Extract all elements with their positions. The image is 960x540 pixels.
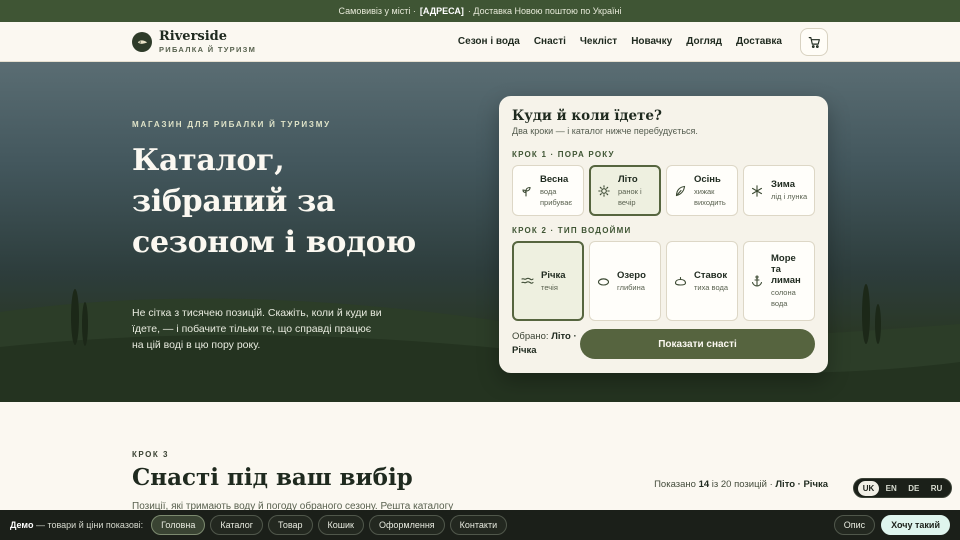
hero-section: МАГАЗИН ДЛЯ РИБАЛКИ Й ТУРИЗМУ Каталог, з… [0,62,960,402]
water-name: Море та лиман [771,253,801,286]
demo-notice-text: — товари й ціни показові: [35,520,144,530]
selector-title: Куди й коли їдете? [512,108,662,124]
water-desc: течія [541,282,558,292]
step1-label: КРОК 1 · ПОРА РОКУ [512,150,615,159]
hero-eyebrow: МАГАЗИН ДЛЯ РИБАЛКИ Й ТУРИЗМУ [132,120,331,129]
nav-checklist[interactable]: Чекліст [580,36,617,47]
topbar-pickup-text: Самовивіз у місті · [338,6,416,16]
season-option-spring[interactable]: Весна вода прибуває [512,165,584,216]
nav-delivery[interactable]: Доставка [736,36,782,47]
cart-icon [808,36,820,48]
water-option-sea[interactable]: Море та лиман солона вода [743,241,815,321]
sun-icon [597,184,611,198]
snowflake-icon [750,184,764,198]
demo-pill-checkout[interactable]: Оформлення [368,515,445,535]
water-name: Річка [541,269,566,281]
season-option-summer[interactable]: Літо ранок і вечір [589,165,661,216]
lang-uk[interactable]: UK [857,480,880,496]
demo-description-button[interactable]: Опис [833,515,876,535]
selector-footer: Обрано: Літо · Річка Показати снасті [512,329,815,359]
section-title: Снасті під ваш вибір [132,464,413,491]
nav-beginners[interactable]: Новачку [631,36,672,47]
top-announcement-bar: Самовивіз у місті · [АДРЕСА] · Доставка … [0,0,960,22]
water-name: Озеро [617,269,646,281]
season-name: Весна [540,173,569,185]
sprout-icon [519,184,533,198]
trip-selector-card: Куди й коли їдете? Два кроки — і каталог… [499,96,828,373]
count-shown: 14 [698,479,710,490]
brand-name: Riverside [159,28,228,44]
show-tackle-button[interactable]: Показати снасті [580,329,815,359]
water-options: Річка течія Озеро глибина Ставок тиха во… [512,241,815,321]
water-desc: солона вода [771,288,796,308]
water-option-pond[interactable]: Ставок тиха вода [666,241,738,321]
pond-icon [673,274,687,288]
season-option-winter[interactable]: Зима лід і лунка [743,165,815,216]
logo-mark-icon [132,31,152,52]
lake-icon [596,274,610,288]
count-filter: Літо · Річка [775,479,828,490]
anchor-icon [750,274,764,288]
season-desc: лід і лунка [771,192,808,201]
hero-lead: Не сітка з тисячею позицій. Скажіть, кол… [132,307,382,351]
nav-tackle[interactable]: Снасті [534,36,566,47]
water-option-lake[interactable]: Озеро глибина [589,241,661,321]
step3-label: КРОК 3 [132,450,169,459]
nav-season-water[interactable]: Сезон і вода [458,36,520,47]
hero-title: Каталог, зібраний за сезоном і водою [132,143,416,260]
demo-pill-contacts[interactable]: Контакти [449,515,508,535]
brand-tagline: РИБАЛКА Й ТУРИЗМ [159,44,257,54]
logo[interactable]: Riverside РИБАЛКА Й ТУРИЗМ [132,30,256,54]
demo-notice: Демо — товари й ціни показові: [10,520,143,530]
selector-subtitle: Два кроки — і каталог нижче перебудуєтьс… [512,126,698,136]
season-name: Зима [771,179,795,190]
water-name: Ставок [694,269,728,281]
lang-de[interactable]: DE [903,481,924,496]
demo-pill-catalog[interactable]: Каталог [210,515,264,535]
demo-pill-home[interactable]: Головна [151,515,206,535]
demo-bar: Демо — товари й ціни показові: Головна К… [0,510,960,540]
chosen-label: Обрано: [512,331,549,342]
topbar-address: [АДРЕСА] [419,6,464,16]
season-options: Весна вода прибуває Літо ранок і вечір О… [512,165,815,216]
season-name: Осінь [694,173,721,185]
demo-pill-product[interactable]: Товар [268,515,313,535]
water-option-river[interactable]: Річка течія [512,241,584,321]
main-nav: Сезон і вода Снасті Чекліст Новачку Догл… [458,36,782,47]
season-desc: ранок і вечір [618,186,642,207]
step2-label: КРОК 2 · ТИП ВОДОЙМИ [512,226,632,235]
site-header: Riverside РИБАЛКА Й ТУРИЗМ Сезон і вода … [0,22,960,62]
language-switcher: UK EN DE RU [853,478,952,498]
demo-want-button[interactable]: Хочу такий [881,515,950,535]
water-desc: глибина [617,282,645,292]
nav-care[interactable]: Догляд [686,36,722,47]
count-prefix: Показано [654,479,696,490]
water-desc: тиха вода [694,282,728,292]
results-count: Показано 14 із 20 позицій · Літо · Річка [654,479,828,490]
chosen-summary: Обрано: Літо · Річка [512,330,580,358]
season-option-autumn[interactable]: Осінь хижак виходить [666,165,738,216]
season-desc: хижак виходить [694,186,726,207]
season-name: Літо [618,173,638,185]
topbar-delivery-text: · Доставка Новою поштою по Україні [467,6,622,16]
lang-en[interactable]: EN [881,481,902,496]
season-desc: вода прибуває [540,186,573,207]
cart-button[interactable] [800,28,828,56]
lang-ru[interactable]: RU [926,481,948,496]
demo-notice-bold: Демо [10,520,34,530]
leaf-icon [673,184,687,198]
waves-icon [520,274,534,288]
demo-pill-cart[interactable]: Кошик [317,515,364,535]
count-total: із 20 позицій · [711,479,773,490]
